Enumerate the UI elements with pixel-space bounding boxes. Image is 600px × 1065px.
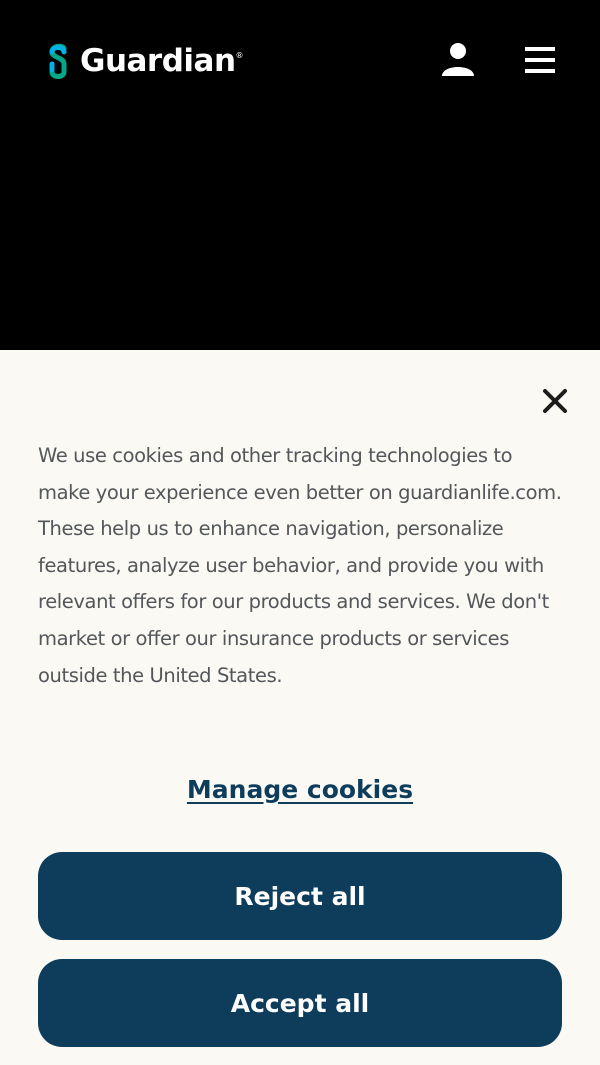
guardian-logo[interactable]: Guardian ® (44, 40, 244, 82)
account-button[interactable] (438, 40, 478, 80)
reject-all-button[interactable]: Reject all (38, 852, 562, 940)
cookie-message: We use cookies and other tracking techno… (38, 444, 562, 687)
accept-all-button[interactable]: Accept all (38, 959, 562, 1047)
hamburger-menu-icon (525, 47, 555, 73)
menu-button[interactable] (520, 42, 560, 78)
guardian-logo-mark-icon (49, 43, 67, 79)
logo-registered-mark: ® (235, 50, 244, 60)
site-header: Guardian ® (0, 0, 600, 350)
close-banner-button[interactable] (538, 384, 572, 418)
logo-wordmark: Guardian (80, 43, 236, 79)
user-icon (442, 43, 474, 76)
close-icon (543, 389, 567, 413)
manage-cookies-link[interactable]: Manage cookies (0, 768, 600, 812)
